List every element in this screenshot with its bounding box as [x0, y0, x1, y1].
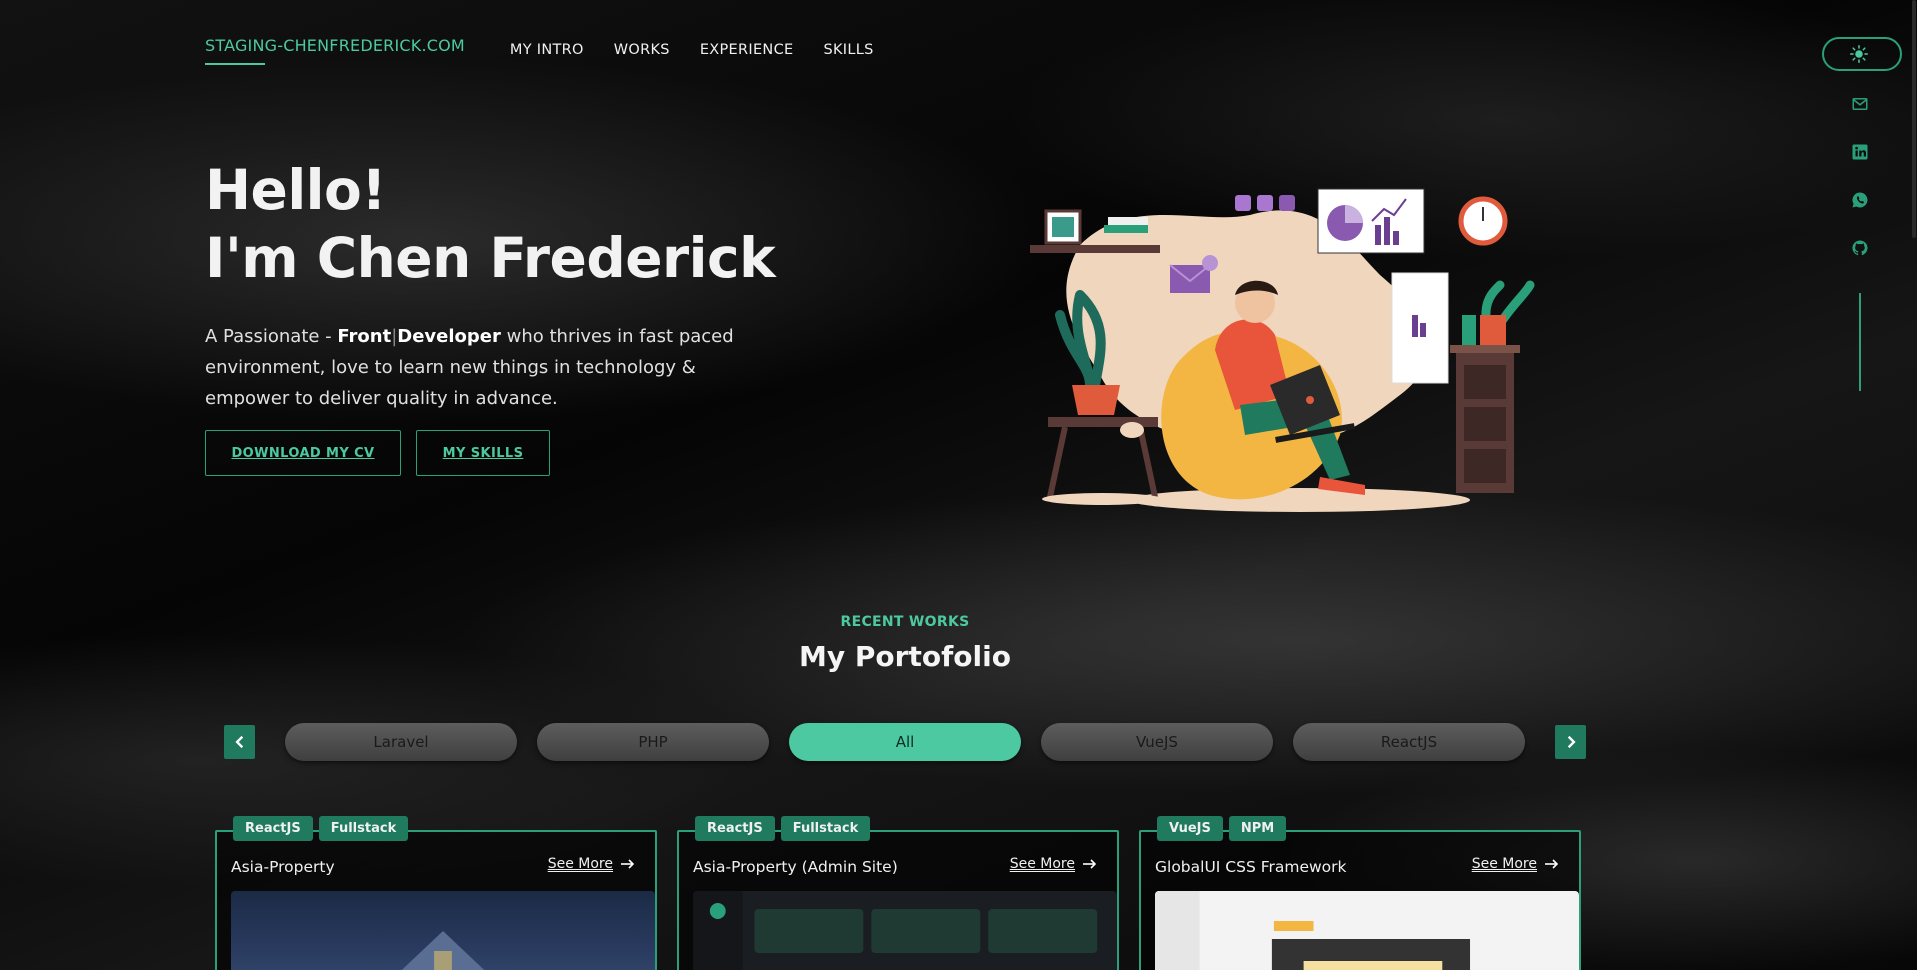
card-title: Asia-Property (Admin Site)	[693, 858, 898, 876]
nav-item-experience[interactable]: EXPERIENCE	[700, 42, 794, 58]
section-title: My Portofolio	[799, 640, 1011, 673]
tag-badge: Fullstack	[780, 816, 871, 841]
brand-link[interactable]: STAGING-CHENFREDERICK.COM	[205, 36, 465, 65]
desc-front: Front	[337, 326, 392, 347]
portfolio-card[interactable]: VueJS NPM GlobalUI CSS Framework See Mor…	[1139, 816, 1581, 970]
desc-developer: Developer	[397, 326, 501, 347]
see-more-link[interactable]: See More	[1472, 856, 1559, 872]
nav-item-works[interactable]: WORKS	[614, 42, 670, 58]
whatsapp-icon[interactable]	[1848, 188, 1872, 212]
hero-heading: Hello! I'm Chen Frederick	[205, 156, 776, 292]
hero-line-2: I'm Chen Frederick	[205, 226, 776, 290]
scrollbar[interactable]	[1912, 0, 1916, 238]
desc-prefix: A Passionate -	[205, 326, 338, 347]
card-title: Asia-Property	[231, 858, 335, 876]
mail-icon[interactable]	[1848, 92, 1872, 116]
see-more-link[interactable]: See More	[1010, 856, 1097, 872]
portfolio-card[interactable]: ReactJS Fullstack Asia-Property (Admin S…	[677, 816, 1119, 970]
nav-item-skills[interactable]: SKILLS	[823, 42, 873, 58]
portfolio-card[interactable]: ReactJS Fullstack Asia-Property See More	[215, 816, 657, 970]
see-more-link[interactable]: See More	[548, 856, 635, 872]
my-skills-button[interactable]: MY SKILLS	[416, 430, 550, 476]
card-thumbnail	[231, 891, 655, 970]
filter-php[interactable]: PHP	[537, 723, 769, 761]
see-more-label: See More	[547, 856, 613, 872]
arrow-right-icon	[621, 859, 635, 869]
card-tags: ReactJS Fullstack	[695, 816, 871, 841]
see-more-label: See More	[1471, 856, 1537, 872]
tag-badge: ReactJS	[695, 816, 775, 841]
card-thumbnail	[1155, 891, 1579, 970]
arrow-right-icon	[1545, 859, 1559, 869]
chevron-left-icon	[234, 735, 243, 749]
download-cv-button[interactable]: DOWNLOAD MY CV	[205, 430, 401, 476]
hero-line-1: Hello!	[205, 158, 386, 222]
github-icon[interactable]	[1848, 236, 1872, 260]
top-nav: STAGING-CHENFREDERICK.COM MY INTRO WORKS…	[205, 36, 874, 65]
filter-reactjs[interactable]: ReactJS	[1293, 723, 1525, 761]
developer-illustration	[1030, 188, 1535, 512]
card-tags: ReactJS Fullstack	[233, 816, 409, 841]
chevron-right-icon	[1567, 735, 1576, 749]
card-title: GlobalUI CSS Framework	[1155, 858, 1347, 876]
nav-menu: MY INTRO WORKS EXPERIENCE SKILLS	[510, 42, 874, 58]
filter-all[interactable]: All	[789, 723, 1021, 761]
arrow-right-icon	[1083, 859, 1097, 869]
tag-badge: VueJS	[1157, 816, 1223, 841]
filter-next-button[interactable]	[1555, 725, 1586, 759]
filter-vuejs[interactable]: VueJS	[1041, 723, 1273, 761]
tag-badge: ReactJS	[233, 816, 313, 841]
section-eyebrow: RECENT WORKS	[840, 614, 970, 630]
filter-prev-button[interactable]	[224, 725, 255, 759]
card-thumbnail	[693, 891, 1117, 970]
hero-description: A Passionate - Front|Developer who thriv…	[205, 321, 765, 414]
tag-badge: Fullstack	[318, 816, 409, 841]
sidebar-divider	[1859, 293, 1861, 391]
linkedin-icon[interactable]	[1848, 140, 1872, 164]
see-more-label: See More	[1009, 856, 1075, 872]
card-tags: VueJS NPM	[1157, 816, 1287, 841]
nav-item-intro[interactable]: MY INTRO	[510, 42, 584, 58]
sun-icon	[1850, 45, 1868, 63]
filter-laravel[interactable]: Laravel	[285, 723, 517, 761]
tag-badge: NPM	[1228, 816, 1287, 841]
theme-toggle[interactable]	[1822, 37, 1902, 71]
